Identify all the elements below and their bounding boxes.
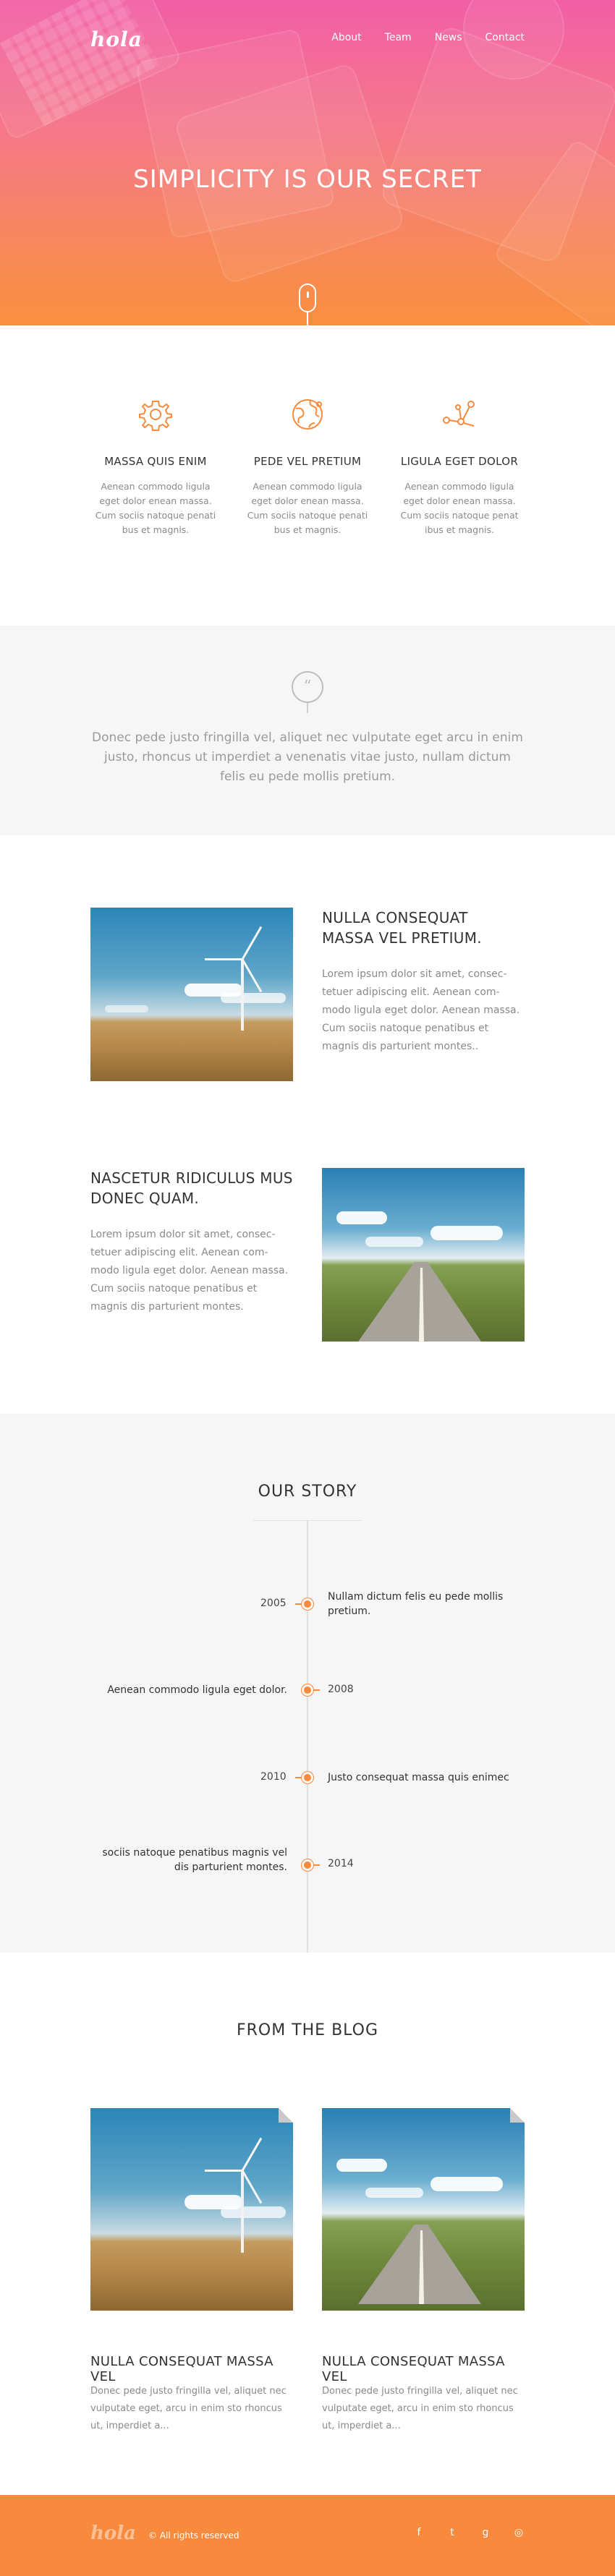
turbine-blade [241,958,263,993]
article-title[interactable]: NASCETUR RIDICULUS MUS DONEC QUAM. [90,1168,293,1208]
blog-title: FROM THE BLOG [236,2021,379,2039]
blog-post-excerpt: Donec pede justo fringilla vel, aliquet … [322,2386,518,2431]
articles-section: NULLA CONSEQUAT MASSA VEL PRETIUM. Lorem… [0,835,615,1414]
wind-turbine-image [90,908,293,1081]
logo[interactable]: hola [90,27,143,51]
article-text: Lorem ipsum dolor sit amet, consec-tetue… [322,968,520,1052]
timeline-text: Nullam dictum felis eu pede mollis preti… [328,1591,504,1617]
hero-title: SIMPLICITY IS OUR SECRET [133,165,482,194]
timeline-dot [302,1684,313,1696]
globe-icon [292,399,323,430]
blog-post-excerpt: Donec pede justo fringilla vel, aliquet … [90,2386,287,2431]
timeline-dot [302,1859,313,1871]
footer-logo[interactable]: hola [90,2522,136,2544]
scroll-line [307,312,308,325]
timeline-line [307,1520,308,1953]
page-fold-corner [279,2108,293,2123]
feature-text: Aenean commodo ligula eget dolor enean m… [400,481,519,535]
road-shape [358,1262,481,1342]
nodes-icon [443,401,475,427]
nav-item-news[interactable]: News [435,32,462,43]
hero-section: hola About Team News Contact SIMPLICITY … [0,0,615,325]
timeline-year: 2008 [328,1684,354,1695]
turbine-pole [241,2170,244,2253]
footer: hola © All rights reserved f t g ◎ [0,2495,615,2576]
page-fold-corner [510,2108,525,2123]
cloud-shape [365,1237,423,1247]
blog-post-image[interactable] [90,2108,293,2311]
gear-icon [139,401,172,431]
story-title: OUR STORY [258,1483,357,1501]
blog-post-title[interactable]: NULLA CONSEQUAT MASSA VEL [90,2354,293,2384]
feature-text: Aenean commodo ligula eget dolor enean m… [247,481,368,535]
road-image [322,1168,525,1342]
facebook-icon[interactable]: f [413,2527,425,2538]
cloud-shape [336,2159,387,2172]
road-shape [358,2225,481,2304]
turbine-blade [241,2170,263,2204]
blog-post-title[interactable]: NULLA CONSEQUAT MASSA VEL [322,2354,525,2384]
nav-item-contact[interactable]: Contact [485,32,525,43]
timeline-year: 2005 [260,1598,287,1609]
timeline-text: sociis natoque penatibus magnis vel dis … [102,1847,287,1873]
turbine-blade [205,958,242,960]
copyright-text: © All rights reserved [148,2530,239,2541]
features-section: MASSA QUIS ENIM Aenean commodo ligula eg… [0,325,615,626]
timeline-year: 2014 [328,1858,354,1869]
quote-section: “ Donec pede justo fringilla vel, alique… [0,626,615,835]
cloud-shape [221,2206,286,2218]
feature-title: LIGULA EGET DOLOR [400,455,519,468]
nav-item-team[interactable]: Team [385,32,412,43]
timeline-dot [302,1598,313,1610]
cloud-shape [430,1226,503,1240]
feature-item: LIGULA EGET DOLOR Aenean commodo ligula … [394,394,525,537]
turbine-blade [241,926,263,960]
quote-text: Donec pede justo fringilla vel, aliquet … [92,730,523,784]
twitter-icon[interactable]: t [446,2527,458,2538]
article-text: Lorem ipsum dolor sit amet, consec-tetue… [90,1229,289,1313]
page: hola About Team News Contact SIMPLICITY … [0,0,615,2576]
feature-title: PEDE VEL PRETIUM [253,455,362,468]
cloud-shape [430,2177,503,2191]
turbine-pole [241,958,244,1031]
feature-item: MASSA QUIS ENIM Aenean commodo ligula eg… [90,394,221,537]
story-section: OUR STORY 2005 Nullam dictum felis eu pe… [0,1414,615,1953]
social-links: f t g ◎ [413,2527,525,2538]
feature-title: MASSA QUIS ENIM [104,455,207,468]
turbine-blade [241,2137,263,2172]
google-plus-icon[interactable]: g [480,2527,491,2538]
timeline-text: Justo consequat massa quis enimec [328,1772,509,1783]
cloud-shape [221,993,286,1003]
timeline-year: 2010 [260,1771,287,1783]
turbine-blade [205,2170,242,2172]
mouse-icon[interactable] [299,283,316,312]
quote-divider [307,703,308,713]
dribbble-icon[interactable]: ◎ [513,2527,525,2538]
nav-item-about[interactable]: About [331,32,361,43]
timeline-text: Aenean commodo ligula eget dolor. [107,1684,287,1696]
quote-icon: “ [292,671,323,703]
timeline-dot [302,1772,313,1783]
feature-item: PEDE VEL PRETIUM Aenean commodo ligula e… [242,394,373,537]
blog-section: FROM THE BLOG NULLA CONSEQUAT MASSA VEL … [0,1953,615,2495]
cloud-shape [365,2188,423,2198]
cloud-shape [336,1211,387,1224]
feature-text: Aenean commodo ligula eget dolor enean m… [95,481,216,535]
main-nav: About Team News Contact [331,32,525,43]
article-title[interactable]: NULLA CONSEQUAT MASSA VEL PRETIUM. [322,908,525,948]
blog-post-image[interactable] [322,2108,525,2311]
cloud-shape [105,1005,148,1012]
